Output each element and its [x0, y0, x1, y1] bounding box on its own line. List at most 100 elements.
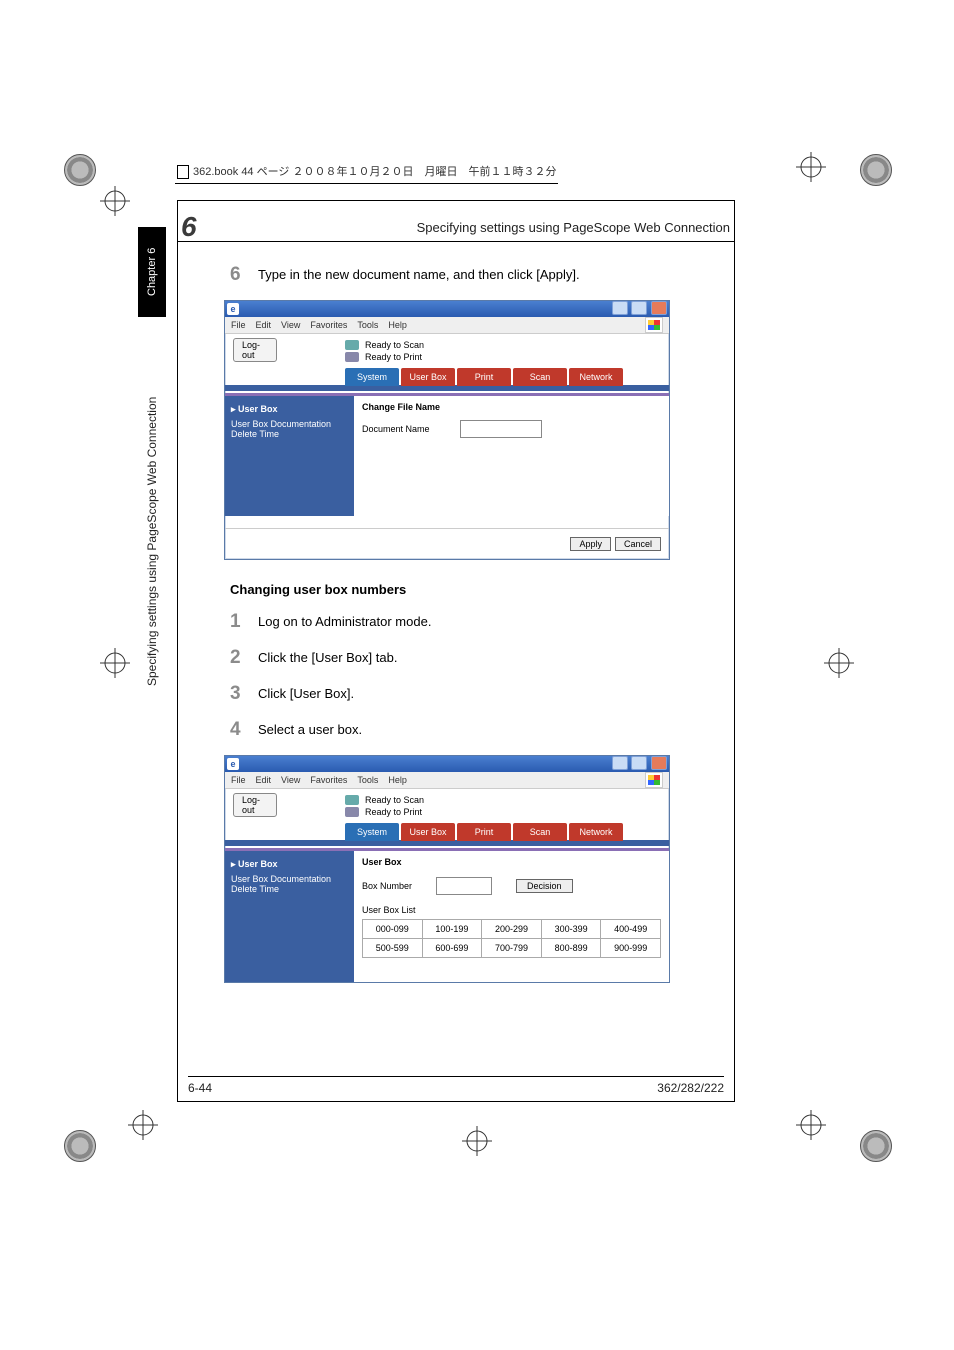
subheading-changing-user-box-numbers: Changing user box numbers [230, 582, 724, 597]
crop-target-tl [64, 154, 96, 186]
tab-network[interactable]: Network [569, 823, 623, 841]
logout-button[interactable]: Log-out [233, 338, 277, 362]
logout-button[interactable]: Log-out [233, 793, 277, 817]
menu-tools[interactable]: Tools [357, 775, 378, 785]
left-nav: User Box User Box Documentation Delete T… [225, 396, 353, 516]
menu-favorites[interactable]: Favorites [310, 320, 347, 330]
user-box-list-label: User Box List [362, 905, 661, 915]
running-title: Specifying settings using PageScope Web … [417, 220, 730, 235]
tab-user-box[interactable]: User Box [401, 368, 455, 386]
page-footer: 6-44 362/282/222 [188, 1076, 724, 1095]
menu-file[interactable]: File [231, 320, 246, 330]
ie-menubar: File Edit View Favorites Tools Help [225, 317, 669, 334]
menu-help[interactable]: Help [388, 320, 407, 330]
tab-system[interactable]: System [345, 823, 399, 841]
menu-file[interactable]: File [231, 775, 246, 785]
tab-print[interactable]: Print [457, 368, 511, 386]
step-text: Log on to Administrator mode. [258, 611, 724, 633]
tab-system[interactable]: System [345, 368, 399, 386]
step-number: 1 [230, 611, 258, 633]
crop-target [98, 646, 132, 680]
nav-user-box[interactable]: User Box [231, 402, 347, 417]
tab-scan[interactable]: Scan [513, 823, 567, 841]
crop-target [822, 646, 856, 680]
crop-target-br [860, 1130, 892, 1162]
step-1: 1 Log on to Administrator mode. [230, 611, 724, 633]
range-cell[interactable]: 600-699 [422, 939, 482, 958]
menu-tools[interactable]: Tools [357, 320, 378, 330]
printer-icon [345, 807, 359, 817]
minimize-icon[interactable] [612, 756, 628, 770]
status-print: Ready to Print [345, 807, 661, 817]
tab-network[interactable]: Network [569, 368, 623, 386]
screenshot-change-file-name: e File Edit View Favorites Tools Help Re… [224, 300, 670, 560]
chapter-side-tab: Chapter 6 [138, 227, 166, 317]
windows-flag-icon [645, 772, 663, 788]
document-name-input[interactable] [460, 420, 542, 438]
tab-scan[interactable]: Scan [513, 368, 567, 386]
page-number: 6-44 [188, 1081, 212, 1095]
chapter-number: 6 [181, 211, 197, 243]
step-text: Click the [User Box] tab. [258, 647, 724, 669]
box-number-input[interactable] [436, 877, 492, 895]
running-head: 6 Specifying settings using PageScope We… [178, 201, 734, 242]
step-2: 2 Click the [User Box] tab. [230, 647, 724, 669]
range-cell[interactable]: 700-799 [482, 939, 542, 958]
ie-menubar: File Edit View Favorites Tools Help [225, 772, 669, 789]
field-label-document-name: Document Name [362, 424, 430, 434]
menu-view[interactable]: View [281, 775, 300, 785]
nav-user-box[interactable]: User Box [231, 857, 347, 872]
range-cell[interactable]: 800-899 [541, 939, 601, 958]
close-icon[interactable] [651, 756, 667, 770]
range-cell[interactable]: 100-199 [422, 920, 482, 939]
menu-view[interactable]: View [281, 320, 300, 330]
window-titlebar: e [225, 756, 669, 772]
section-side-label: Specifying settings using PageScope Web … [138, 331, 166, 751]
step-4: 4 Select a user box. [230, 719, 724, 741]
window-titlebar: e [225, 301, 669, 317]
range-cell[interactable]: 300-399 [541, 920, 601, 939]
step-number: 4 [230, 719, 258, 741]
status-print: Ready to Print [345, 352, 661, 362]
crop-target [794, 150, 828, 184]
framemaker-annotation: 362.book 44 ページ ２００８年１０月２０日 月曜日 午前１１時３２分 [175, 161, 558, 184]
range-cell[interactable]: 200-299 [482, 920, 542, 939]
nav-doc-delete-time[interactable]: User Box Documentation Delete Time [231, 872, 347, 896]
range-cell[interactable]: 500-599 [363, 939, 423, 958]
range-cell[interactable]: 000-099 [363, 920, 423, 939]
step-text: Select a user box. [258, 719, 724, 741]
menu-edit[interactable]: Edit [256, 775, 272, 785]
maximize-icon[interactable] [631, 756, 647, 770]
table-row: 500-599 600-699 700-799 800-899 900-999 [363, 939, 661, 958]
close-icon[interactable] [651, 301, 667, 315]
menu-help[interactable]: Help [388, 775, 407, 785]
range-cell[interactable]: 900-999 [601, 939, 661, 958]
scanner-icon [345, 340, 359, 350]
step-text: Type in the new document name, and then … [258, 264, 724, 286]
menu-favorites[interactable]: Favorites [310, 775, 347, 785]
ie-icon: e [227, 758, 239, 770]
main-tabs: System User Box Print Scan Network [225, 823, 669, 841]
step-text: Click [User Box]. [258, 683, 724, 705]
step-number: 2 [230, 647, 258, 669]
step-6: 6 Type in the new document name, and the… [230, 264, 724, 286]
nav-doc-delete-time[interactable]: User Box Documentation Delete Time [231, 417, 347, 441]
minimize-icon[interactable] [612, 301, 628, 315]
decision-button[interactable]: Decision [516, 879, 573, 893]
table-row: 000-099 100-199 200-299 300-399 400-499 [363, 920, 661, 939]
crop-target [98, 184, 132, 218]
tab-user-box[interactable]: User Box [401, 823, 455, 841]
maximize-icon[interactable] [631, 301, 647, 315]
crop-target-bl [64, 1130, 96, 1162]
crop-target-tr [860, 154, 892, 186]
step-number: 6 [230, 264, 258, 286]
menu-edit[interactable]: Edit [256, 320, 272, 330]
cancel-button[interactable]: Cancel [615, 537, 661, 551]
windows-flag-icon [645, 317, 663, 333]
ie-icon: e [227, 303, 239, 315]
tab-print[interactable]: Print [457, 823, 511, 841]
window-controls [611, 301, 667, 317]
range-cell[interactable]: 400-499 [601, 920, 661, 939]
user-box-list-table: 000-099 100-199 200-299 300-399 400-499 … [362, 919, 661, 958]
apply-button[interactable]: Apply [570, 537, 611, 551]
